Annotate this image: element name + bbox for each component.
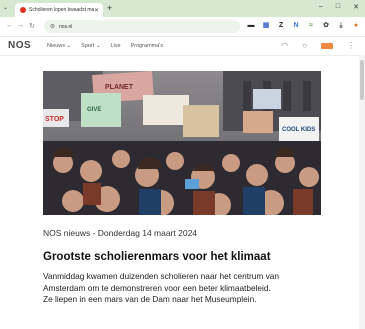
tab-bar: ⌄ Scholieren lopen kwaadst mars ✕ + – □ … <box>0 0 365 17</box>
nav-live[interactable]: Live <box>110 43 120 49</box>
toolbar: ← → ↻ ⊜ nos.nl ▬ ▦ Z N ≈ ✿ ⤓ ● ⋮ <box>0 17 365 37</box>
site-info-icon[interactable]: ⊜ <box>50 23 55 30</box>
sign-planet: PLANET <box>105 84 134 91</box>
sign-cool-kids: COOL KIDS <box>282 127 315 133</box>
site-icons: ◠ ○ ⋮ <box>281 41 355 50</box>
scrollbar-thumb[interactable] <box>360 60 364 100</box>
n-extension-icon[interactable]: N <box>292 21 300 30</box>
article-meta: NOS nieuws - Donderdag 14 maart 2024 <box>43 228 198 238</box>
grid-extension-icon[interactable]: ▦ <box>262 21 270 30</box>
site-header: NOS Nieuws ⌄ Sport ⌄ Live Programma's ◠ … <box>0 37 365 56</box>
leaf-extension-icon[interactable]: ≈ <box>307 21 315 30</box>
protest-photo-illustration: PLANET STOP COOL KIDS GIVE <box>43 71 321 215</box>
url-text: nos.nl <box>59 23 73 30</box>
nav-programmas[interactable]: Programma's <box>131 43 164 49</box>
browser-tab[interactable]: Scholieren lopen kwaadst mars ✕ <box>15 3 103 17</box>
nav-nieuws[interactable]: Nieuws ⌄ <box>47 43 71 49</box>
puzzle-icon[interactable]: ✿ <box>322 21 330 30</box>
new-tab-button[interactable]: + <box>107 3 112 13</box>
nos-favicon-icon <box>20 7 26 13</box>
sign-give: GIVE <box>87 107 101 113</box>
back-icon[interactable]: ← <box>6 22 13 29</box>
body-line: Amsterdam om te demonstreren voor een be… <box>43 282 271 293</box>
forward-icon[interactable]: → <box>17 22 24 29</box>
minimize-button[interactable]: – <box>319 3 323 11</box>
sign-stop: STOP <box>45 116 64 123</box>
extension-icons: ▬ ▦ Z N ≈ ✿ ⤓ ● ⋮ <box>247 21 365 30</box>
body-line: Ze liepen in een mars van de Dam naar he… <box>43 294 257 304</box>
reload-icon[interactable]: ↻ <box>29 22 35 30</box>
body-line: Vanmiddag kwamen duizenden scholieren na… <box>43 271 279 281</box>
site-nav: Nieuws ⌄ Sport ⌄ Live Programma's <box>47 43 163 49</box>
article-photo: PLANET STOP COOL KIDS GIVE <box>43 71 321 215</box>
profile-icon[interactable]: ● <box>352 21 360 30</box>
z-extension-icon[interactable]: Z <box>277 21 285 30</box>
address-bar[interactable]: ⊜ nos.nl <box>44 20 240 33</box>
search-icon[interactable]: ○ <box>302 41 307 50</box>
close-window-button[interactable]: ✕ <box>353 3 359 11</box>
browser-window: ⌄ Scholieren lopen kwaadst mars ✕ + – □ … <box>0 0 365 329</box>
nav-sport[interactable]: Sport ⌄ <box>81 43 100 49</box>
cast-icon[interactable]: ▬ <box>247 21 255 30</box>
window-controls: – □ ✕ <box>319 3 359 11</box>
more-menu-icon[interactable]: ⋮ <box>347 41 355 50</box>
live-icon[interactable] <box>321 43 333 49</box>
tab-search-icon[interactable]: ⌄ <box>3 4 8 11</box>
tab-title: Scholieren lopen kwaadst mars <box>29 7 94 13</box>
headphones-icon[interactable]: ◠ <box>281 41 288 50</box>
article-body: Vanmiddag kwamen duizenden scholieren na… <box>43 271 328 306</box>
close-tab-icon[interactable]: ✕ <box>94 7 99 14</box>
maximize-button[interactable]: □ <box>336 3 340 11</box>
download-icon[interactable]: ⤓ <box>337 21 345 30</box>
article-headline: Grootste scholierenmars voor het klimaat <box>43 251 271 263</box>
nos-logo[interactable]: NOS <box>8 40 31 51</box>
